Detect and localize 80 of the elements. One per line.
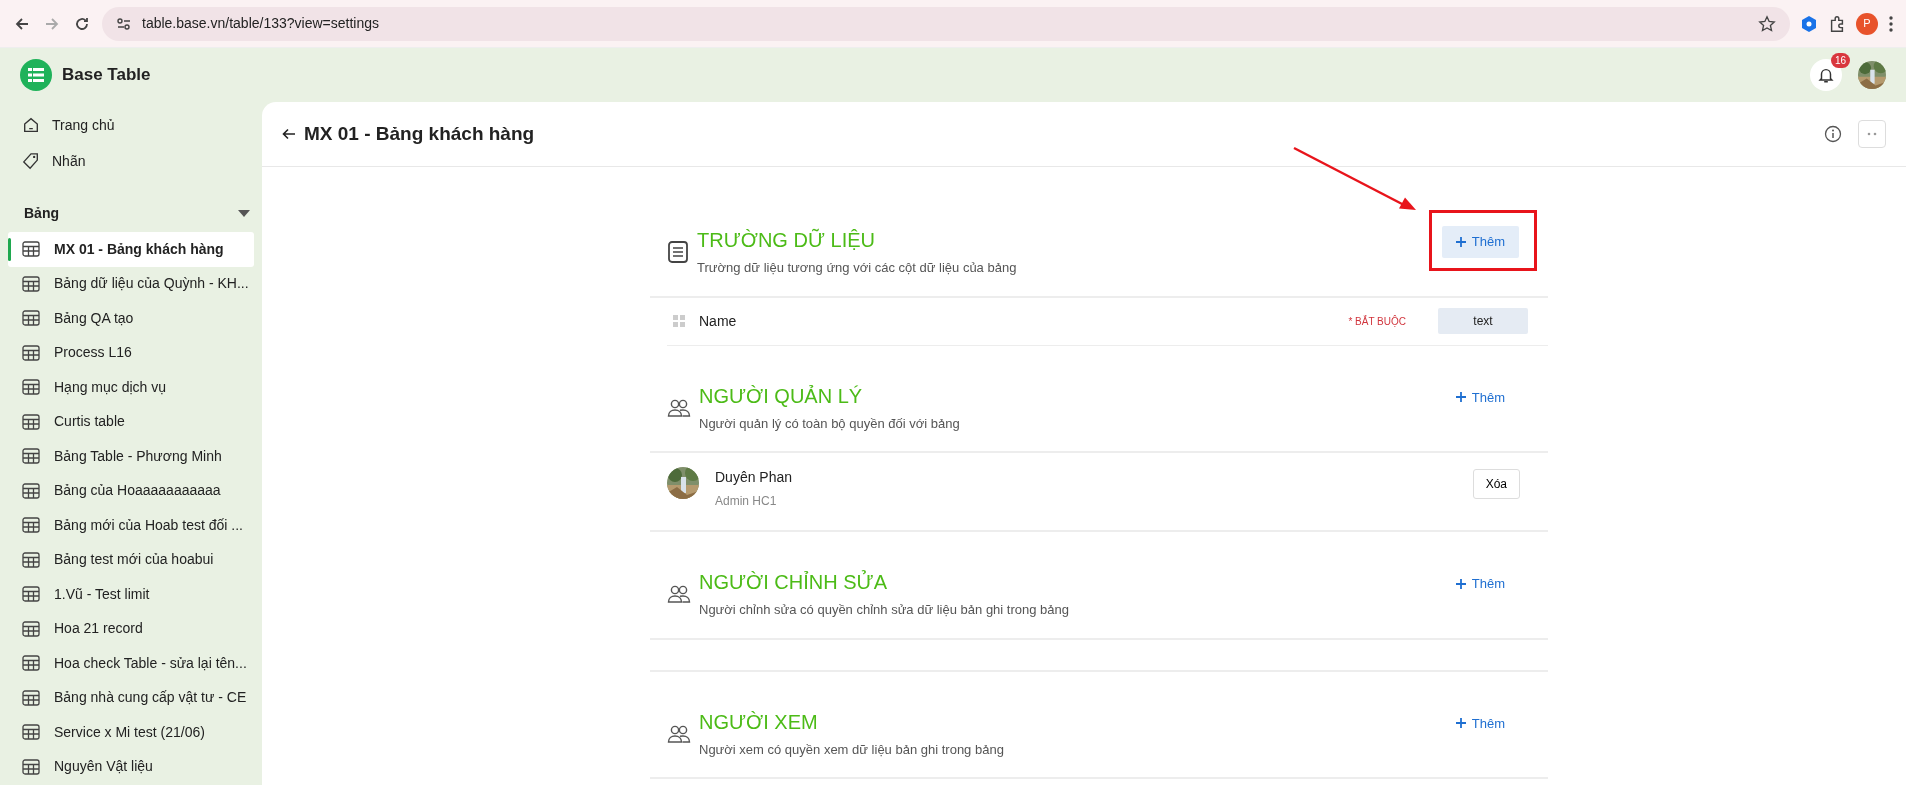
plus-icon (1455, 392, 1466, 403)
section-description: Người chỉnh sửa có quyền chỉnh sửa dữ liệu bản ghi trong bảng (699, 601, 1069, 619)
required-label: * BẮT BUỘC (1348, 314, 1406, 329)
app-name: Base Table (62, 64, 151, 87)
page-title: MX 01 - Bảng khách hàng (304, 121, 535, 146)
sidebar-section-title: Bảng (24, 204, 59, 223)
section-title: NGƯỜI QUẢN LÝ (699, 383, 864, 409)
section-description: Người quản lý có toàn bộ quyền đối với bảng (699, 414, 960, 433)
document-icon (667, 240, 689, 264)
sidebar-table-item[interactable]: Process L16 (8, 335, 254, 370)
table-icon (22, 344, 40, 361)
table-icon (22, 379, 40, 396)
sidebar-table-item[interactable]: Nguyên Vật liệu (8, 749, 254, 784)
table-icon (22, 724, 40, 741)
section-title: NGƯỜI CHỈNH SỬA (699, 569, 888, 595)
sidebar-table-item[interactable]: Bảng QA tạo (8, 301, 254, 336)
extension-icon[interactable] (1800, 14, 1818, 33)
profile-avatar[interactable]: P (1856, 12, 1878, 35)
back-arrow-icon[interactable] (282, 128, 296, 140)
home-icon (22, 116, 40, 134)
sidebar-item[interactable]: Trang chủ (0, 107, 262, 143)
sidebar-table-item[interactable]: Hoa check Table - sửa lại tên... (8, 646, 254, 681)
site-settings-icon[interactable] (116, 15, 132, 32)
caret-icon[interactable] (238, 209, 250, 218)
notification-count: 16 (1830, 53, 1850, 68)
tag-icon (22, 152, 40, 170)
sidebar-table-item[interactable]: Hạng mục dịch vụ (8, 370, 254, 405)
delete-button[interactable]: Xóa (1472, 469, 1520, 499)
more-icon (1867, 132, 1877, 136)
section-title: NGƯỜI XEM (699, 709, 819, 735)
menu-icon[interactable] (1888, 14, 1894, 33)
table-icon (22, 448, 40, 465)
plus-icon (1455, 236, 1466, 247)
sidebar-table-item[interactable]: MX 01 - Bảng khách hàng (8, 232, 254, 267)
info-icon[interactable] (1824, 125, 1842, 143)
sidebar-table-item[interactable]: Bảng test mới của hoabui (8, 542, 254, 577)
sidebar-table-item[interactable]: Bảng của Hoaaaaaaaaaaa (8, 473, 254, 508)
sidebar-table-item[interactable]: Curtis table (8, 404, 254, 439)
sidebar-table-item[interactable]: Bảng mới của Hoab test đối ... (8, 508, 254, 543)
field-type-tag: text (1438, 308, 1528, 334)
section-description: Trường dữ liệu tương ứng với các cột dữ liệu của bảng (697, 259, 1017, 277)
table-icon (22, 517, 40, 534)
add-button[interactable]: Thêm (1441, 568, 1519, 600)
plus-icon (1455, 718, 1466, 729)
add-button[interactable]: Thêm (1441, 381, 1519, 413)
sidebar-table-item[interactable]: Service x Mi test (21/06) (8, 715, 254, 750)
people-icon (667, 723, 691, 744)
add-button[interactable]: Thêm (1441, 707, 1519, 739)
table-icon (22, 310, 40, 327)
extensions-puzzle-icon[interactable] (1828, 14, 1846, 33)
logo-icon (20, 59, 52, 91)
member-role: Admin HC1 (715, 493, 778, 510)
sidebar-table-item[interactable]: Bảng Table - Phương Minh (8, 439, 254, 474)
plus-icon (1455, 578, 1466, 589)
address-url[interactable]: table.base.vn/table/133?view=settings (142, 13, 379, 34)
bookmark-star-icon[interactable] (1758, 14, 1776, 33)
table-icon (22, 551, 40, 568)
table-icon (22, 689, 40, 706)
field-name: Name (699, 311, 737, 331)
add-button[interactable]: Thêm (1441, 226, 1519, 258)
sidebar-table-item[interactable]: Bảng nhà cung cấp vật tư - CE (8, 680, 254, 715)
table-icon (22, 586, 40, 603)
bell-icon (1817, 66, 1835, 84)
drag-handle-icon[interactable] (673, 315, 685, 327)
table-icon (22, 482, 40, 499)
table-icon (22, 758, 40, 775)
people-icon (667, 584, 691, 604)
table-icon (22, 241, 40, 258)
table-icon (22, 413, 40, 430)
member-name: Duyên Phan (715, 468, 793, 487)
sidebar-table-item[interactable]: 1.Vũ - Test limit (8, 577, 254, 612)
people-icon (667, 397, 691, 418)
sidebar-table-item[interactable]: Bảng dữ liệu của Quỳnh - KH... (8, 266, 254, 301)
sidebar-table-item[interactable]: Hoa 21 record (8, 611, 254, 646)
section-description: Người xem có quyền xem dữ liệu bản ghi trong bảng (699, 740, 1004, 759)
table-icon (22, 620, 40, 637)
section-title: TRƯỜNG DỮ LIỆU (697, 227, 876, 253)
sidebar-item[interactable]: Nhãn (0, 143, 262, 179)
table-icon (22, 275, 40, 292)
table-icon (22, 655, 40, 672)
